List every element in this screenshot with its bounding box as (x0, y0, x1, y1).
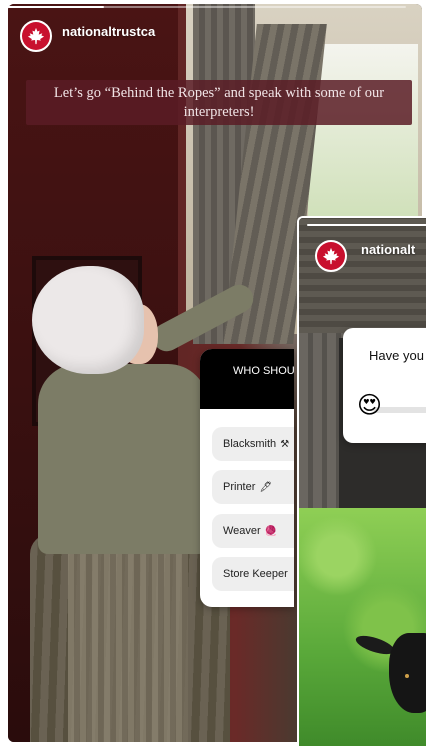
hammer-icon: ⚒ (280, 438, 290, 450)
quiz-option-printer[interactable]: Printer 🖋 (212, 470, 294, 504)
maple-leaf-icon (322, 247, 340, 265)
quiz-option-label: Blacksmith (223, 438, 277, 450)
interpreter-bonnet (32, 266, 144, 374)
account-name[interactable]: nationalt (361, 242, 415, 257)
window-light (308, 44, 418, 224)
account-avatar[interactable] (20, 20, 52, 52)
account-avatar[interactable] (315, 240, 347, 272)
emoji-slider-sticker[interactable]: Have you 😍 (343, 328, 426, 443)
goat-eye (405, 674, 409, 678)
quiz-sticker[interactable]: WHO SHOULD WE F Blacksmith ⚒ Printer 🖋 W… (200, 349, 294, 607)
yarn-icon: 🧶 (264, 525, 278, 537)
interpreter-apron (68, 534, 188, 742)
quiz-option-store-keeper[interactable]: Store Keeper (212, 557, 294, 591)
interpreter-body (38, 364, 208, 554)
quiz-option-blacksmith[interactable]: Blacksmith ⚒ (212, 427, 294, 461)
story-progress-fill (8, 6, 104, 8)
shed-roof (299, 218, 426, 333)
quiz-option-label: Store Keeper (223, 568, 288, 580)
quiz-option-label: Printer (223, 481, 256, 493)
caption-text: Let’s go “Behind the Ropes” and speak wi… (53, 84, 385, 120)
heart-eyes-emoji[interactable]: 😍 (357, 392, 382, 420)
caption-box: Let’s go “Behind the Ropes” and speak wi… (26, 80, 412, 125)
story-progress-bar (8, 6, 406, 8)
quiz-question: WHO SHOULD WE F (200, 349, 294, 409)
quill-icon: 🖋 (259, 481, 273, 493)
quiz-option-weaver[interactable]: Weaver 🧶 (212, 514, 294, 548)
story-front[interactable]: nationalt Have you 😍 (297, 216, 426, 746)
maple-leaf-icon (27, 27, 45, 45)
slider-question: Have you (369, 348, 424, 363)
story-progress-bar (307, 224, 426, 226)
account-name[interactable]: nationaltrustca (62, 24, 155, 39)
quiz-option-label: Weaver (223, 525, 261, 537)
